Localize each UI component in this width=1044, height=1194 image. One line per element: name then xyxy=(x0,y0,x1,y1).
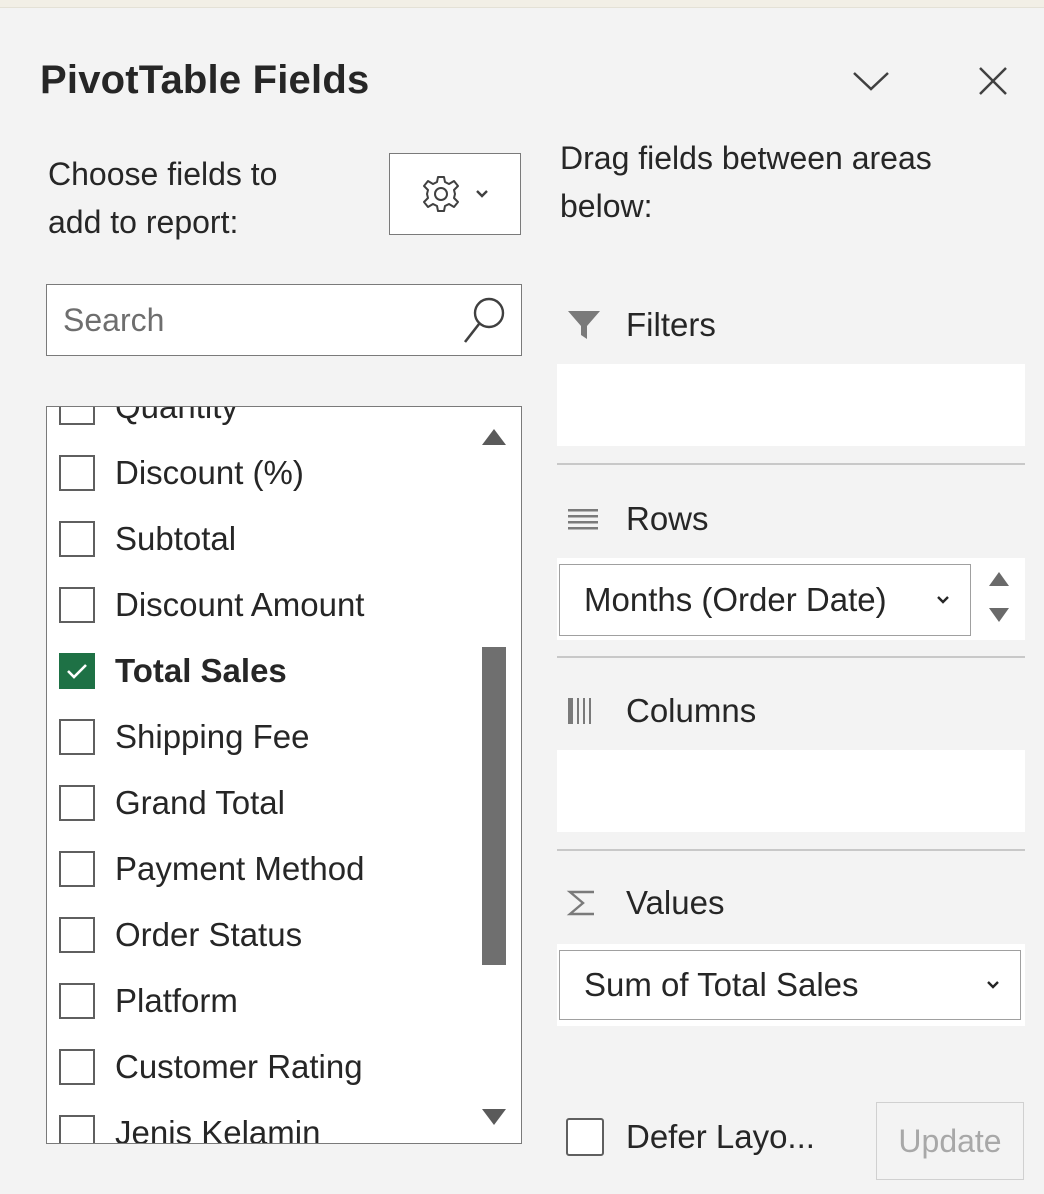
field-checkbox[interactable] xyxy=(59,521,95,557)
close-pane-button[interactable] xyxy=(968,56,1018,106)
field-checkbox[interactable] xyxy=(59,455,95,491)
field-list-item[interactable]: Subtotal xyxy=(47,506,467,572)
values-area-label: Values xyxy=(626,884,725,921)
filters-area-header: Filters xyxy=(566,306,716,344)
field-list-item[interactable]: Discount (%) xyxy=(47,440,467,506)
scrollbar-thumb[interactable] xyxy=(482,647,506,965)
scroll-up-arrow-icon[interactable] xyxy=(481,427,507,447)
field-checkbox[interactable] xyxy=(59,407,95,425)
field-label: Shipping Fee xyxy=(115,718,310,755)
filters-drop-zone[interactable] xyxy=(557,364,1025,446)
move-up-icon[interactable] xyxy=(984,566,1014,594)
field-checkbox[interactable] xyxy=(59,587,95,623)
chevron-down-icon[interactable] xyxy=(936,595,950,605)
area-divider xyxy=(557,656,1025,658)
field-checkbox[interactable] xyxy=(59,983,95,1019)
collapse-pane-button[interactable] xyxy=(846,56,896,106)
search-input[interactable] xyxy=(63,295,453,345)
field-list-item[interactable]: Customer Rating xyxy=(47,1034,467,1100)
tools-button[interactable] xyxy=(389,153,521,235)
field-label: Order Status xyxy=(115,916,303,953)
funnel-icon xyxy=(568,311,600,339)
rows-reorder-spinner[interactable] xyxy=(984,566,1014,634)
rows-icon xyxy=(568,509,598,530)
rows-area-header: Rows xyxy=(566,500,709,538)
move-down-icon[interactable] xyxy=(984,602,1014,630)
field-list-item[interactable]: Total Sales xyxy=(47,638,467,704)
chevron-down-icon xyxy=(476,190,488,198)
columns-drop-zone[interactable] xyxy=(557,750,1025,832)
defer-layout-checkbox[interactable] xyxy=(566,1118,604,1156)
rows-field-pill[interactable]: Months (Order Date) xyxy=(559,564,971,636)
field-list-item[interactable]: Order Status xyxy=(47,902,467,968)
field-checkbox[interactable] xyxy=(59,851,95,887)
field-label: Payment Method xyxy=(115,850,365,887)
values-field-label: Sum of Total Sales xyxy=(584,966,859,1003)
field-label: Jenis Kelamin xyxy=(115,1114,321,1144)
search-icon[interactable] xyxy=(461,293,509,349)
close-icon xyxy=(979,67,1007,95)
field-checkbox[interactable] xyxy=(59,1115,95,1143)
columns-icon xyxy=(568,698,591,724)
field-list[interactable]: Quantity Discount (%) Subtotal Discount Amo… xyxy=(46,406,522,1144)
top-edge-strip xyxy=(0,0,1044,8)
field-checkbox[interactable] xyxy=(59,785,95,821)
rows-field-label: Months (Order Date) xyxy=(584,581,887,618)
chevron-down-icon[interactable] xyxy=(986,980,1000,990)
field-list-item[interactable]: Grand Total xyxy=(47,770,467,836)
checkmark-icon xyxy=(67,664,87,679)
field-label: Platform xyxy=(115,982,238,1019)
values-area-header: Values xyxy=(566,884,724,922)
filters-area-label: Filters xyxy=(626,306,716,343)
rows-area-label: Rows xyxy=(626,500,709,537)
update-button[interactable]: Update xyxy=(876,1102,1024,1180)
choose-fields-label: Choose fields to add to report: xyxy=(48,156,278,240)
search-box xyxy=(46,284,522,356)
field-checkbox[interactable] xyxy=(59,1049,95,1085)
field-label: Subtotal xyxy=(115,520,237,557)
area-divider xyxy=(557,849,1025,851)
field-list-item[interactable]: Shipping Fee xyxy=(47,704,467,770)
columns-area-label: Columns xyxy=(626,692,757,729)
field-label: Quantity xyxy=(115,406,238,425)
area-divider xyxy=(557,463,1025,465)
field-list-item[interactable]: Quantity xyxy=(47,406,467,440)
field-checkbox[interactable] xyxy=(59,653,95,689)
chevron-down-icon xyxy=(853,72,889,91)
field-items: Quantity Discount (%) Subtotal Discount Amo… xyxy=(47,406,467,1144)
drag-fields-label: Drag fields between areas below: xyxy=(560,140,932,224)
gear-icon xyxy=(423,176,459,212)
columns-area-header: Columns xyxy=(566,692,756,730)
sigma-icon xyxy=(566,890,594,916)
defer-layout-option[interactable]: Defer Layo... xyxy=(566,1118,815,1156)
field-list-item[interactable]: Platform xyxy=(47,968,467,1034)
values-field-pill[interactable]: Sum of Total Sales xyxy=(559,950,1021,1020)
scroll-down-arrow-icon[interactable] xyxy=(481,1107,507,1127)
field-list-item[interactable]: Payment Method xyxy=(47,836,467,902)
defer-layout-label: Defer Layo... xyxy=(626,1118,815,1155)
field-label: Discount Amount xyxy=(115,586,365,623)
pane-title: PivotTable Fields xyxy=(40,58,370,102)
field-list-scrollbar[interactable] xyxy=(469,407,521,1143)
field-list-item[interactable]: Discount Amount xyxy=(47,572,467,638)
field-checkbox[interactable] xyxy=(59,719,95,755)
field-label: Total Sales xyxy=(115,652,287,689)
field-label: Customer Rating xyxy=(115,1048,363,1085)
field-label: Grand Total xyxy=(115,784,285,821)
field-list-item[interactable]: Jenis Kelamin xyxy=(47,1100,467,1144)
field-label: Discount (%) xyxy=(115,454,304,491)
field-checkbox[interactable] xyxy=(59,917,95,953)
